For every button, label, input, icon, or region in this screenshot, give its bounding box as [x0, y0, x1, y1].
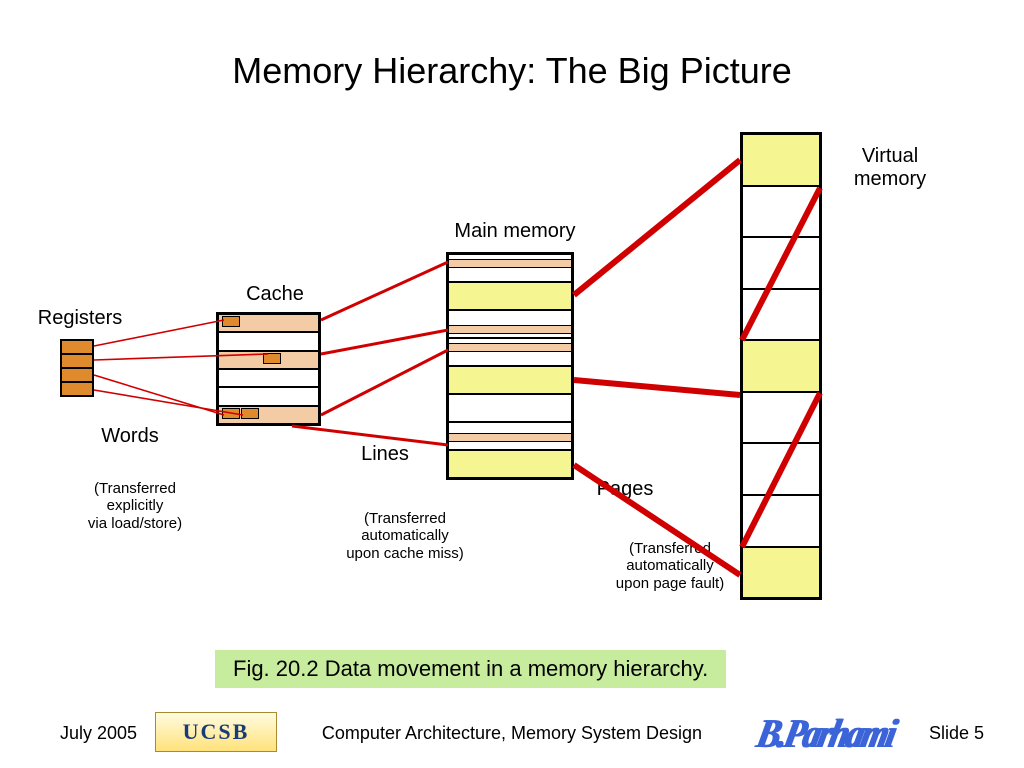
register-cell	[62, 367, 92, 381]
note-load-store: (Transferred explicitly via load/store)	[60, 480, 210, 532]
page-line-icon	[449, 343, 571, 352]
slide-footer: July 2005 UCSB Computer Architecture, Me…	[0, 712, 1024, 752]
page-line-icon	[449, 259, 571, 268]
registers-block	[60, 339, 94, 397]
note-page-fault: (Transferred automatically upon page fau…	[580, 540, 760, 592]
register-cell	[62, 341, 92, 353]
cache-word-icon	[263, 353, 281, 364]
note-cache-miss: (Transferred automatically upon cache mi…	[320, 510, 490, 562]
register-cell	[62, 381, 92, 395]
cache-word-icon	[241, 408, 259, 419]
label-main: Main memory	[430, 220, 600, 243]
cache-line	[219, 405, 318, 423]
cache-line	[219, 331, 318, 349]
main-page	[449, 309, 571, 337]
virtual-page	[743, 288, 819, 340]
main-page	[449, 255, 571, 281]
author-wordart-icon: B.Parhami	[753, 712, 899, 758]
main-memory-block	[446, 252, 574, 480]
cache-line	[219, 315, 318, 331]
virtual-page	[743, 339, 819, 391]
virtual-page	[743, 391, 819, 443]
main-page	[449, 449, 571, 477]
slide-title: Memory Hierarchy: The Big Picture	[0, 50, 1024, 92]
page-line-icon	[449, 433, 571, 442]
main-page	[449, 393, 571, 421]
cache-line	[219, 386, 318, 404]
main-page	[449, 421, 571, 449]
main-page	[449, 365, 571, 393]
virtual-page	[743, 236, 819, 288]
main-page	[449, 337, 571, 365]
label-registers: Registers	[20, 307, 140, 330]
virtual-page	[743, 494, 819, 546]
virtual-memory-block	[740, 132, 822, 600]
figure-caption: Fig. 20.2 Data movement in a memory hier…	[215, 650, 726, 688]
page-line-icon	[449, 325, 571, 334]
cache-line	[219, 368, 318, 386]
label-virtual: Virtual memory	[830, 145, 950, 191]
label-cache: Cache	[215, 283, 335, 306]
unit-words: Words	[85, 425, 175, 448]
main-page	[449, 281, 571, 309]
virtual-page	[743, 442, 819, 494]
register-cell	[62, 353, 92, 367]
cache-word-icon	[222, 408, 240, 419]
unit-lines: Lines	[340, 443, 430, 466]
unit-pages: Pages	[580, 478, 670, 501]
virtual-page	[743, 546, 819, 598]
cache-block	[216, 312, 321, 426]
footer-slide-number: Slide 5	[929, 723, 984, 744]
virtual-page	[743, 185, 819, 237]
virtual-page	[743, 135, 819, 185]
cache-line	[219, 350, 318, 368]
cache-word-icon	[222, 316, 240, 327]
